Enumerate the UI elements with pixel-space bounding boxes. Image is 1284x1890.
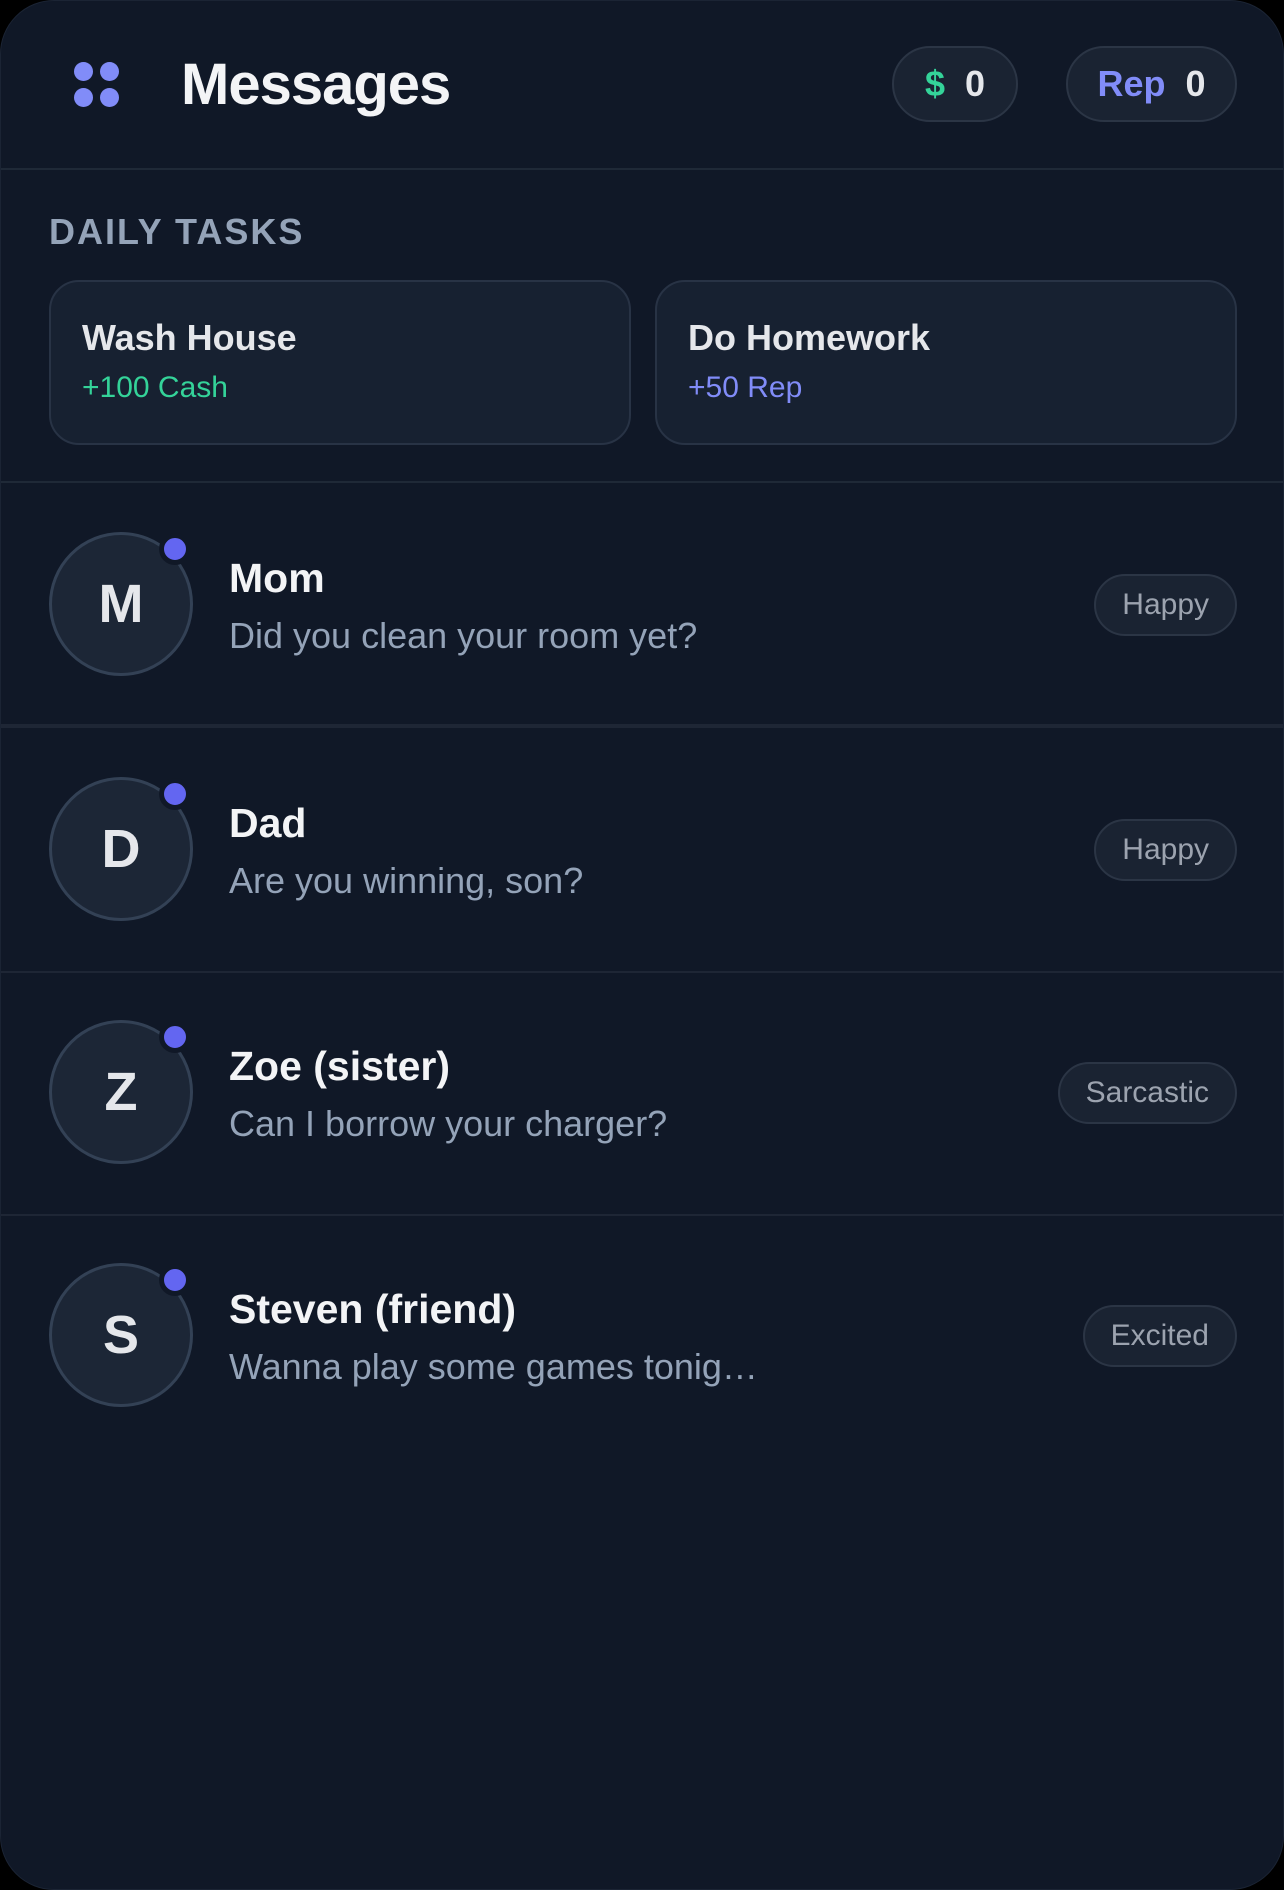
- contact-name: Dad: [229, 800, 307, 846]
- conversation-zoe[interactable]: Z Zoe (sister) Can I borrow your charger…: [1, 973, 1283, 1216]
- mood-badge: Excited: [1082, 1305, 1237, 1367]
- daily-tasks-heading: DAILY TASKS: [49, 211, 305, 252]
- contact-name: Mom: [229, 555, 325, 601]
- last-message: Can I borrow your charger?: [229, 1103, 668, 1144]
- phone-screen: Messages $ 0 Rep 0 DAILY TASKS Wash Hous…: [0, 0, 1284, 1890]
- conversation-mom[interactable]: M Mom Did you clean your room yet? Happy: [1, 485, 1283, 728]
- last-message: Wanna play some games tonig…: [229, 1346, 758, 1387]
- mood-badge: Sarcastic: [1057, 1062, 1237, 1124]
- online-indicator: [159, 1264, 191, 1296]
- grid-dot: [100, 88, 119, 107]
- mood-badge: Happy: [1094, 819, 1237, 881]
- conversation-steven[interactable]: S Steven (friend) Wanna play some games …: [1, 1216, 1283, 1459]
- daily-tasks-section: DAILY TASKS Wash House +100 Cash Do Home…: [1, 170, 1283, 483]
- task-name: Do Homework: [688, 317, 931, 358]
- cash-value: 0: [965, 63, 986, 104]
- rep-label: Rep: [1097, 63, 1166, 104]
- last-message: Are you winning, son?: [229, 860, 584, 901]
- contact-name: Steven (friend): [229, 1286, 517, 1332]
- grid-dot: [74, 62, 93, 81]
- mood-badge: Happy: [1094, 574, 1237, 636]
- online-indicator: [159, 1021, 191, 1053]
- rep-value: 0: [1185, 63, 1206, 104]
- grid-dots-icon[interactable]: [74, 62, 120, 108]
- online-indicator: [159, 778, 191, 810]
- task-name: Wash House: [82, 317, 297, 358]
- cash-label: $: [924, 63, 945, 104]
- page-title: Messages: [181, 52, 451, 117]
- task-card-wash-house[interactable]: Wash House +100 Cash: [49, 280, 631, 445]
- task-reward: +50 Rep: [688, 371, 803, 404]
- cash-counter: $ 0: [892, 46, 1018, 122]
- app-header: Messages $ 0 Rep 0: [1, 1, 1283, 170]
- conversation-dad[interactable]: D Dad Are you winning, son? Happy: [1, 730, 1283, 973]
- task-reward: +100 Cash: [82, 371, 228, 404]
- rep-counter: Rep 0: [1066, 46, 1237, 122]
- contact-name: Zoe (sister): [229, 1043, 450, 1089]
- grid-dot: [74, 88, 93, 107]
- online-indicator: [159, 533, 191, 565]
- last-message: Did you clean your room yet?: [229, 615, 698, 656]
- grid-dot: [100, 62, 119, 81]
- task-card-do-homework[interactable]: Do Homework +50 Rep: [655, 280, 1237, 445]
